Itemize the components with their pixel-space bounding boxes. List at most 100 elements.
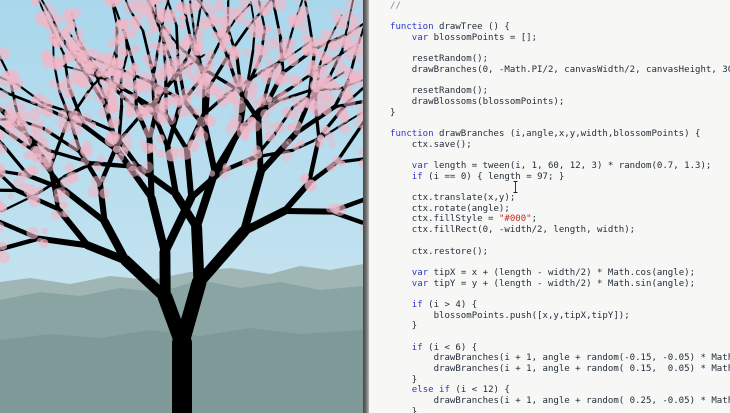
- code-line[interactable]: resetRandom();: [390, 54, 730, 65]
- code-line[interactable]: if (i < 6) {: [390, 343, 730, 354]
- blossom: [353, 27, 362, 36]
- code-line[interactable]: if (i == 0) { length = 97; }: [390, 172, 730, 183]
- code-line[interactable]: var blossomPoints = [];: [390, 33, 730, 44]
- blossom: [219, 37, 229, 47]
- code-line[interactable]: else if (i < 12) {: [390, 385, 730, 396]
- blossom: [254, 44, 265, 56]
- blossom: [321, 29, 333, 41]
- code-lines[interactable]: // Tree//function drawTree () { var blos…: [390, 0, 730, 413]
- code-editor[interactable]: // Tree//function drawTree () { var blos…: [369, 0, 730, 413]
- blossom: [151, 25, 159, 34]
- blossom: [206, 12, 219, 25]
- blossom: [84, 84, 91, 91]
- code-line[interactable]: drawBranches(0, -Math.PI/2, canvasWidth/…: [390, 65, 730, 76]
- blossom: [99, 188, 110, 199]
- code-line[interactable]: ctx.fillRect(0, -width/2, length, width)…: [390, 225, 730, 236]
- code-line[interactable]: var tipX = x + (length - width/2) * Math…: [390, 268, 730, 279]
- blossom: [335, 14, 344, 23]
- blossom: [156, 72, 167, 83]
- tree-canvas[interactable]: [0, 0, 363, 413]
- blossom: [236, 96, 244, 104]
- code-line[interactable]: //: [390, 1, 730, 12]
- blossom: [50, 23, 61, 34]
- blossom: [62, 114, 69, 121]
- blossom: [185, 105, 196, 116]
- blossom: [114, 43, 127, 56]
- code-line[interactable]: ctx.translate(x,y);: [390, 193, 730, 204]
- code-line[interactable]: drawBlossoms(blossomPoints);: [390, 97, 730, 108]
- code-line[interactable]: [390, 76, 730, 87]
- blossom: [225, 59, 236, 69]
- blossom: [290, 77, 300, 87]
- blossom: [168, 8, 177, 17]
- blossom: [67, 43, 78, 54]
- code-line[interactable]: }: [390, 108, 730, 119]
- blossom: [142, 54, 150, 62]
- blossom: [62, 102, 72, 112]
- code-line[interactable]: drawBranches(i + 1, angle + random( 0.15…: [390, 364, 730, 375]
- code-line[interactable]: }: [390, 321, 730, 332]
- blossom: [124, 81, 133, 90]
- code-line[interactable]: resetRandom();: [390, 86, 730, 97]
- blossom: [93, 92, 104, 103]
- blossom: [244, 18, 253, 27]
- blossom: [160, 43, 168, 51]
- blossom: [68, 139, 81, 152]
- blossom: [92, 84, 101, 93]
- blossom: [316, 91, 329, 103]
- code-line[interactable]: drawBranches(i + 1, angle + random( 0.25…: [390, 396, 730, 407]
- code-line[interactable]: [390, 150, 730, 161]
- blossom: [53, 14, 63, 24]
- blossom: [286, 122, 295, 132]
- code-line[interactable]: var tipY = y + (length - width/2) * Math…: [390, 279, 730, 290]
- blossom: [61, 29, 70, 38]
- code-line[interactable]: blossomPoints.push([x,y,tipX,tipY]);: [390, 311, 730, 322]
- code-line[interactable]: ctx.rotate(angle);: [390, 204, 730, 215]
- blossom: [355, 57, 363, 65]
- blossom: [35, 185, 44, 194]
- code-line[interactable]: [390, 11, 730, 22]
- blossom: [225, 91, 236, 101]
- blossom: [228, 44, 238, 54]
- code-line[interactable]: [390, 289, 730, 300]
- blossom: [334, 66, 347, 79]
- code-line[interactable]: ctx.save();: [390, 140, 730, 151]
- blossom: [247, 117, 257, 127]
- blossom: [162, 86, 170, 94]
- blossom: [220, 45, 228, 53]
- blossom: [42, 58, 52, 69]
- blossom: [51, 58, 64, 71]
- code-line[interactable]: var length = tween(i, 1, 60, 12, 3) * ra…: [390, 161, 730, 172]
- blossom: [63, 52, 73, 62]
- blossom: [6, 74, 18, 86]
- code-line[interactable]: }: [390, 375, 730, 386]
- code-line[interactable]: function drawTree () {: [390, 22, 730, 33]
- code-line[interactable]: ctx.fillStyle = "#000";: [390, 214, 730, 225]
- code-line[interactable]: [390, 236, 730, 247]
- code-line[interactable]: [390, 43, 730, 54]
- blossom: [317, 134, 324, 142]
- blossom: [119, 92, 126, 99]
- code-line[interactable]: [390, 257, 730, 268]
- blossom: [153, 5, 165, 17]
- tree-branch: [119, 77, 123, 108]
- blossom: [297, 139, 305, 147]
- blossom: [195, 116, 207, 128]
- code-line[interactable]: [390, 182, 730, 193]
- code-line[interactable]: }: [390, 407, 730, 413]
- code-line[interactable]: function drawBranches (i,angle,x,y,width…: [390, 129, 730, 140]
- code-line[interactable]: ctx.restore();: [390, 247, 730, 258]
- code-line[interactable]: drawBranches(i + 1, angle + random(-0.15…: [390, 353, 730, 364]
- code-line[interactable]: [390, 118, 730, 129]
- blossom: [224, 122, 238, 135]
- blossom: [165, 149, 178, 162]
- blossom: [20, 142, 27, 149]
- blossom: [143, 126, 155, 138]
- blossom: [20, 103, 28, 111]
- blossom: [153, 90, 162, 99]
- blossom: [240, 4, 247, 12]
- blossom: [60, 176, 72, 188]
- code-line[interactable]: [390, 332, 730, 343]
- blossom: [179, 14, 186, 21]
- code-line[interactable]: if (i > 4) {: [390, 300, 730, 311]
